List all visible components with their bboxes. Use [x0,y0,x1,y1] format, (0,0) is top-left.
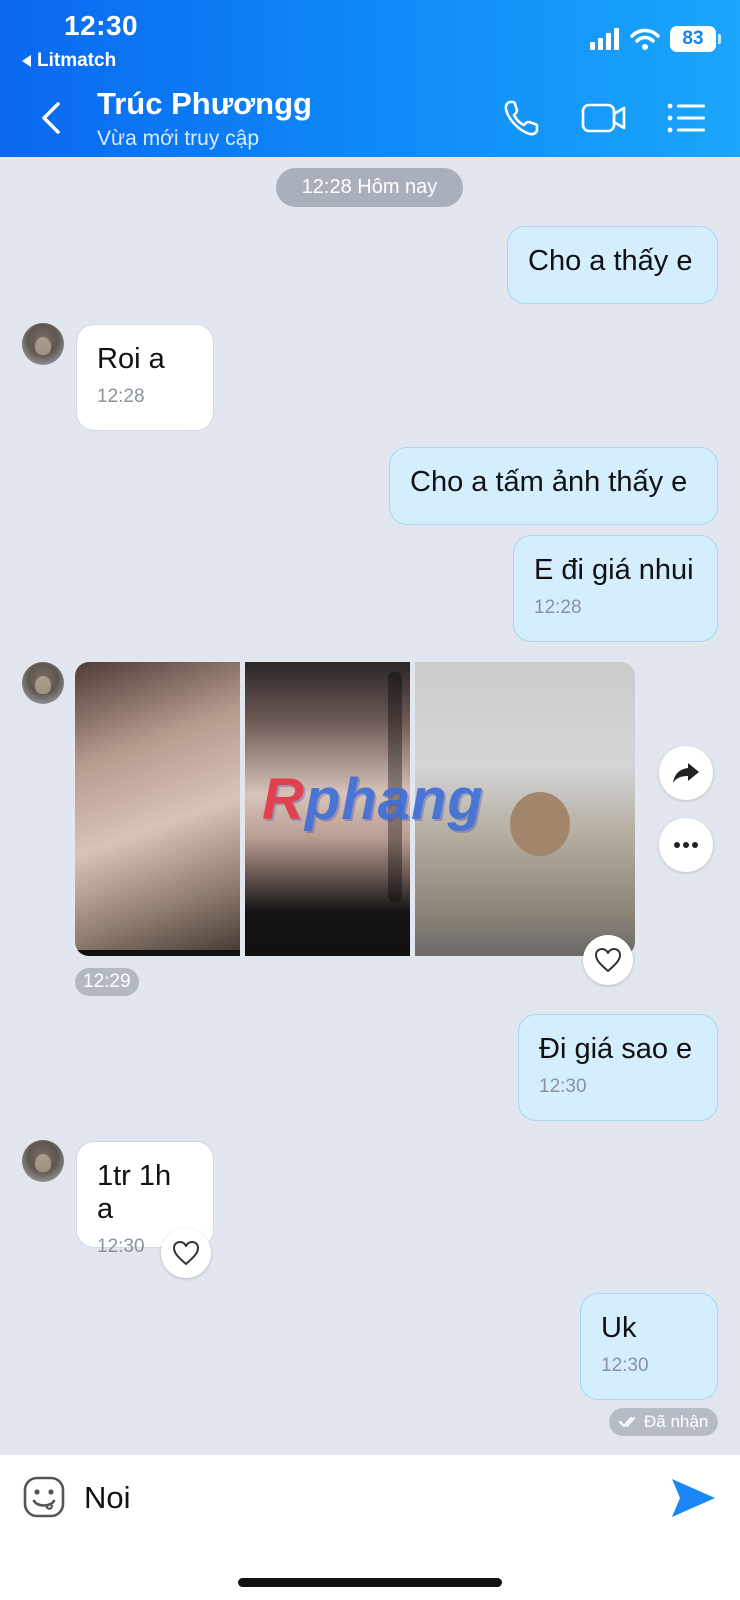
message-text: Roi a [97,343,165,375]
video-camera-icon[interactable] [580,96,628,140]
contact-name[interactable]: Trúc Phươngg [97,86,312,122]
message-bubble-incoming[interactable]: Roi a 12:28 [76,324,214,431]
double-check-icon [619,1417,635,1427]
status-bar-icons: 83 [590,26,721,52]
message-bubble-outgoing[interactable]: Uk 12:30 [580,1293,718,1400]
home-indicator [238,1578,502,1587]
send-icon[interactable] [668,1473,718,1523]
chat-header: 12:30 Litmatch 83 Trúc Phươngg Vừa mới t… [0,0,740,157]
date-divider: 12:28 Hôm nay [276,168,463,207]
message-bubble-outgoing[interactable]: Cho a thấy e [507,226,718,304]
react-heart-button[interactable] [583,935,633,985]
message-text: 1tr 1h a [97,1160,172,1225]
more-icon [674,842,698,848]
contact-avatar[interactable] [22,662,64,704]
message-text: Cho a tấm ảnh thấy e [410,466,688,498]
watermark: Rphang [262,767,484,832]
message-time: 12:30 [601,1355,649,1376]
battery-icon: 83 [670,26,721,52]
back-triangle-icon [22,55,31,67]
photo-time-badge: 12:29 [75,968,139,996]
list-menu-icon[interactable] [664,96,708,140]
photo-1[interactable] [75,662,240,956]
message-bubble-outgoing[interactable]: Đi giá sao e 12:30 [518,1014,718,1121]
delivery-status-badge: Đã nhận [609,1408,719,1436]
back-chevron-icon[interactable] [34,96,68,140]
message-text: Đi giá sao e [539,1033,693,1065]
message-input[interactable] [84,1477,624,1519]
message-time: 12:28 [534,597,582,618]
message-text: Cho a thấy e [528,245,693,277]
contact-status: Vừa mới truy cập [97,127,260,150]
status-bar-time: 12:30 [64,10,139,41]
message-bubble-outgoing[interactable]: Cho a tấm ảnh thấy e [389,447,718,525]
delivery-status-text: Đã nhận [644,1412,709,1431]
back-app-label: Litmatch [37,50,117,71]
signal-icon [590,28,619,50]
message-bubble-outgoing[interactable]: E đi giá nhui 12:28 [513,535,718,642]
photo-strip [75,950,240,956]
heart-icon [173,1241,199,1265]
wifi-icon [630,28,660,50]
message-time: 12:28 [97,386,145,407]
share-forward-icon [673,763,699,783]
sticker-emoji-icon[interactable] [22,1475,66,1519]
contact-avatar[interactable] [22,323,64,365]
cat-sticker [510,792,570,856]
back-to-app-link[interactable]: Litmatch [22,50,116,72]
contact-avatar[interactable] [22,1140,64,1182]
phone-icon[interactable] [500,96,544,140]
forward-button[interactable] [659,746,713,800]
photo-strip [245,950,410,956]
more-options-button[interactable] [659,818,713,872]
heart-icon [595,948,621,972]
message-text: E đi giá nhui [534,554,694,586]
react-heart-button[interactable] [161,1228,211,1278]
message-text: Uk [601,1312,637,1344]
message-time: 12:30 [539,1076,587,1097]
